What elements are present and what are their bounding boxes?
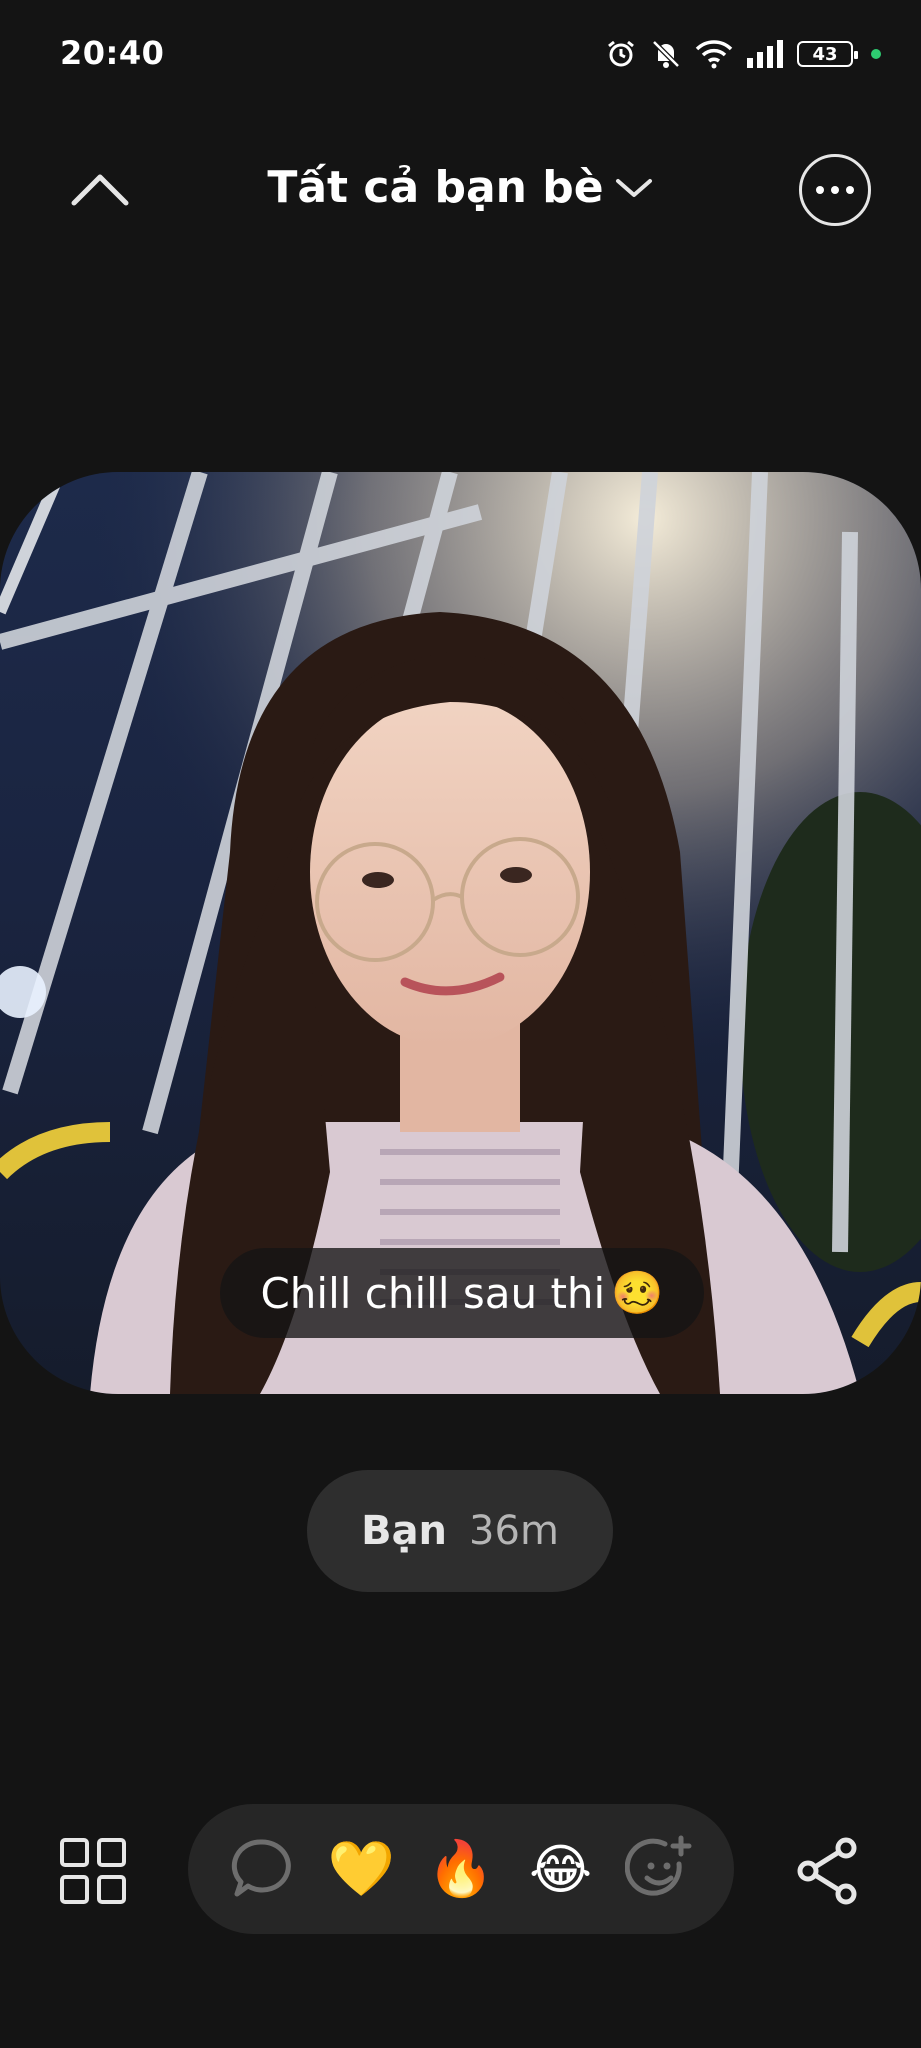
caption-text: Chill chill sau thi [260,1268,606,1318]
grid-cell [60,1875,89,1904]
more-dot-icon [816,186,824,194]
photo-caption: Chill chill sau thi 🥴 [220,1248,704,1338]
chat-bubble-icon [231,1839,291,1897]
grid-cell [97,1875,126,1904]
more-dot-icon [831,186,839,194]
caption-emoji: 🥴 [611,1268,664,1317]
reaction-heart-button[interactable]: 💛 [326,1834,396,1904]
author-info[interactable]: Bạn 36m [307,1470,613,1592]
page-title: Tất cả bạn bè [267,162,604,213]
wifi-icon [695,40,733,69]
reaction-fire-button[interactable]: 🔥 [426,1834,496,1904]
title-wrap: Tất cả bạn bè [0,162,921,213]
chevron-down-icon [615,178,652,197]
status-icons: 43 [605,34,881,74]
more-dot-icon [846,186,854,194]
reaction-laughing-button[interactable]: 😂 [526,1834,596,1904]
reaction-bar: 💛 🔥 😂 [188,1804,734,1934]
signal-icon [747,40,783,68]
privacy-indicator-dot [871,49,881,59]
alarm-icon [608,40,634,67]
grid-view-icon[interactable] [60,1838,126,1904]
add-emoji-icon [625,1835,692,1896]
status-time: 20:40 [60,34,165,72]
more-options-button[interactable] [799,154,871,226]
mute-bell-icon [652,40,680,68]
post-time-ago: 36m [469,1508,559,1554]
friends-filter-dropdown[interactable]: Tất cả bạn bè [267,162,653,213]
header: Tất cả bạn bè [0,140,921,240]
grid-cell [97,1838,126,1867]
add-reaction-button[interactable] [625,1834,695,1904]
message-button[interactable] [227,1834,297,1904]
battery-indicator: 43 [797,41,858,67]
share-icon[interactable] [796,1836,860,1906]
author-name: Bạn [361,1508,448,1554]
status-bar: 20:40 43 [0,0,921,108]
grid-cell [60,1838,89,1867]
